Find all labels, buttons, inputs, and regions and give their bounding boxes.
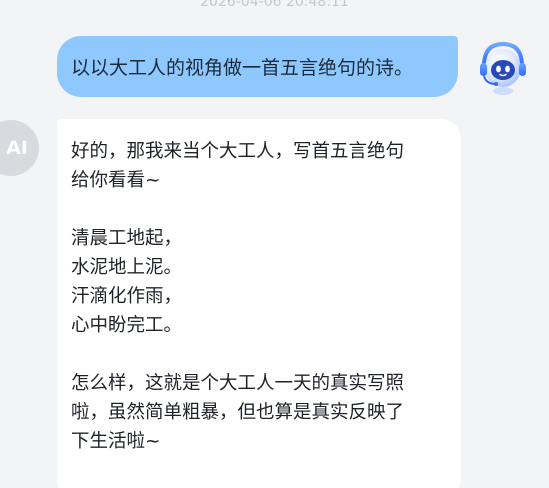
poem-line: 水泥地上泥。: [71, 257, 183, 278]
poem-line: 清晨工地起，: [71, 228, 183, 249]
user-message-bubble: 以以大工人的视角做一首五言绝句的诗。: [57, 36, 458, 97]
user-message-text: 以以大工人的视角做一首五言绝句的诗。: [71, 57, 414, 79]
ai-message-line: 啦，虽然简单粗暴，但也算是真实反映了: [71, 402, 405, 423]
chat-view: 2026-04-06 20:48:11 以以大工人的视角做一首五言绝句的诗。 A…: [0, 0, 549, 488]
ai-avatar-label: AI: [6, 137, 28, 159]
ai-message-line: [71, 195, 447, 224]
user-avatar[interactable]: [472, 36, 534, 98]
ai-message-line: [71, 340, 447, 369]
message-timestamp: 2026-04-06 20:48:11: [200, 0, 349, 10]
ai-message-bubble: 好的，那我来当个大工人，写首五言绝句 给你看看~ 清晨工地起， 水泥地上泥。 汗…: [57, 119, 461, 488]
robot-avatar-icon: [480, 41, 526, 95]
ai-message-line: 怎么样，这就是个大工人一天的真实写照: [71, 373, 405, 394]
ai-message-line: 给你看看~: [71, 170, 161, 191]
ai-avatar[interactable]: AI: [0, 120, 39, 176]
poem-line: 汗滴化作雨，: [71, 286, 183, 307]
poem-line: 心中盼完工。: [71, 315, 183, 336]
ai-message-line: 下生活啦~: [71, 431, 161, 452]
ai-message-line: 好的，那我来当个大工人，写首五言绝句: [71, 141, 405, 162]
